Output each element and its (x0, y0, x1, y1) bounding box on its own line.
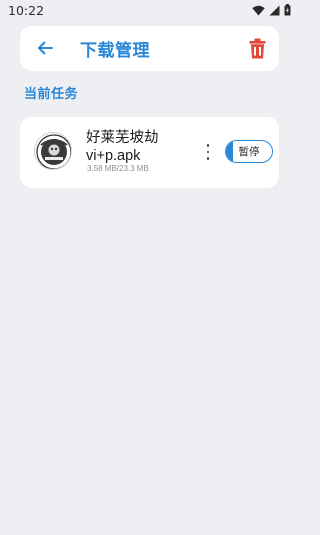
download-task-card[interactable]: 好莱芜坡劫vi+p.apk 3.58 MB/23.3 MB 暂停 (20, 117, 279, 188)
page-title: 下载管理 (80, 41, 150, 61)
pause-button-label: 暂停 (238, 146, 260, 158)
signal-icon (269, 5, 280, 15)
more-options-button[interactable] (204, 144, 212, 160)
status-bar: 10:22 (0, 0, 300, 20)
task-file-name: 好莱芜坡劫vi+p.apk (86, 130, 159, 164)
trash-icon (249, 38, 265, 58)
back-button[interactable] (34, 36, 56, 60)
wifi-icon (252, 5, 265, 15)
section-label-current-tasks: 当前任务 (24, 87, 79, 102)
task-size: 3.58 MB/23.3 MB (87, 164, 149, 173)
app-logo-icon (36, 134, 71, 169)
battery-icon (284, 4, 291, 16)
delete-button[interactable] (248, 37, 266, 59)
status-icons (252, 4, 291, 16)
more-vertical-icon (206, 144, 210, 147)
pause-button[interactable]: 暂停 (225, 140, 273, 163)
header-bar: 下载管理 (20, 26, 279, 71)
more-vertical-icon-dot (206, 150, 210, 154)
status-time: 10:22 (8, 2, 45, 18)
arrow-left-icon (38, 41, 53, 55)
app-logo (34, 132, 72, 170)
more-vertical-icon-dot (206, 157, 210, 160)
